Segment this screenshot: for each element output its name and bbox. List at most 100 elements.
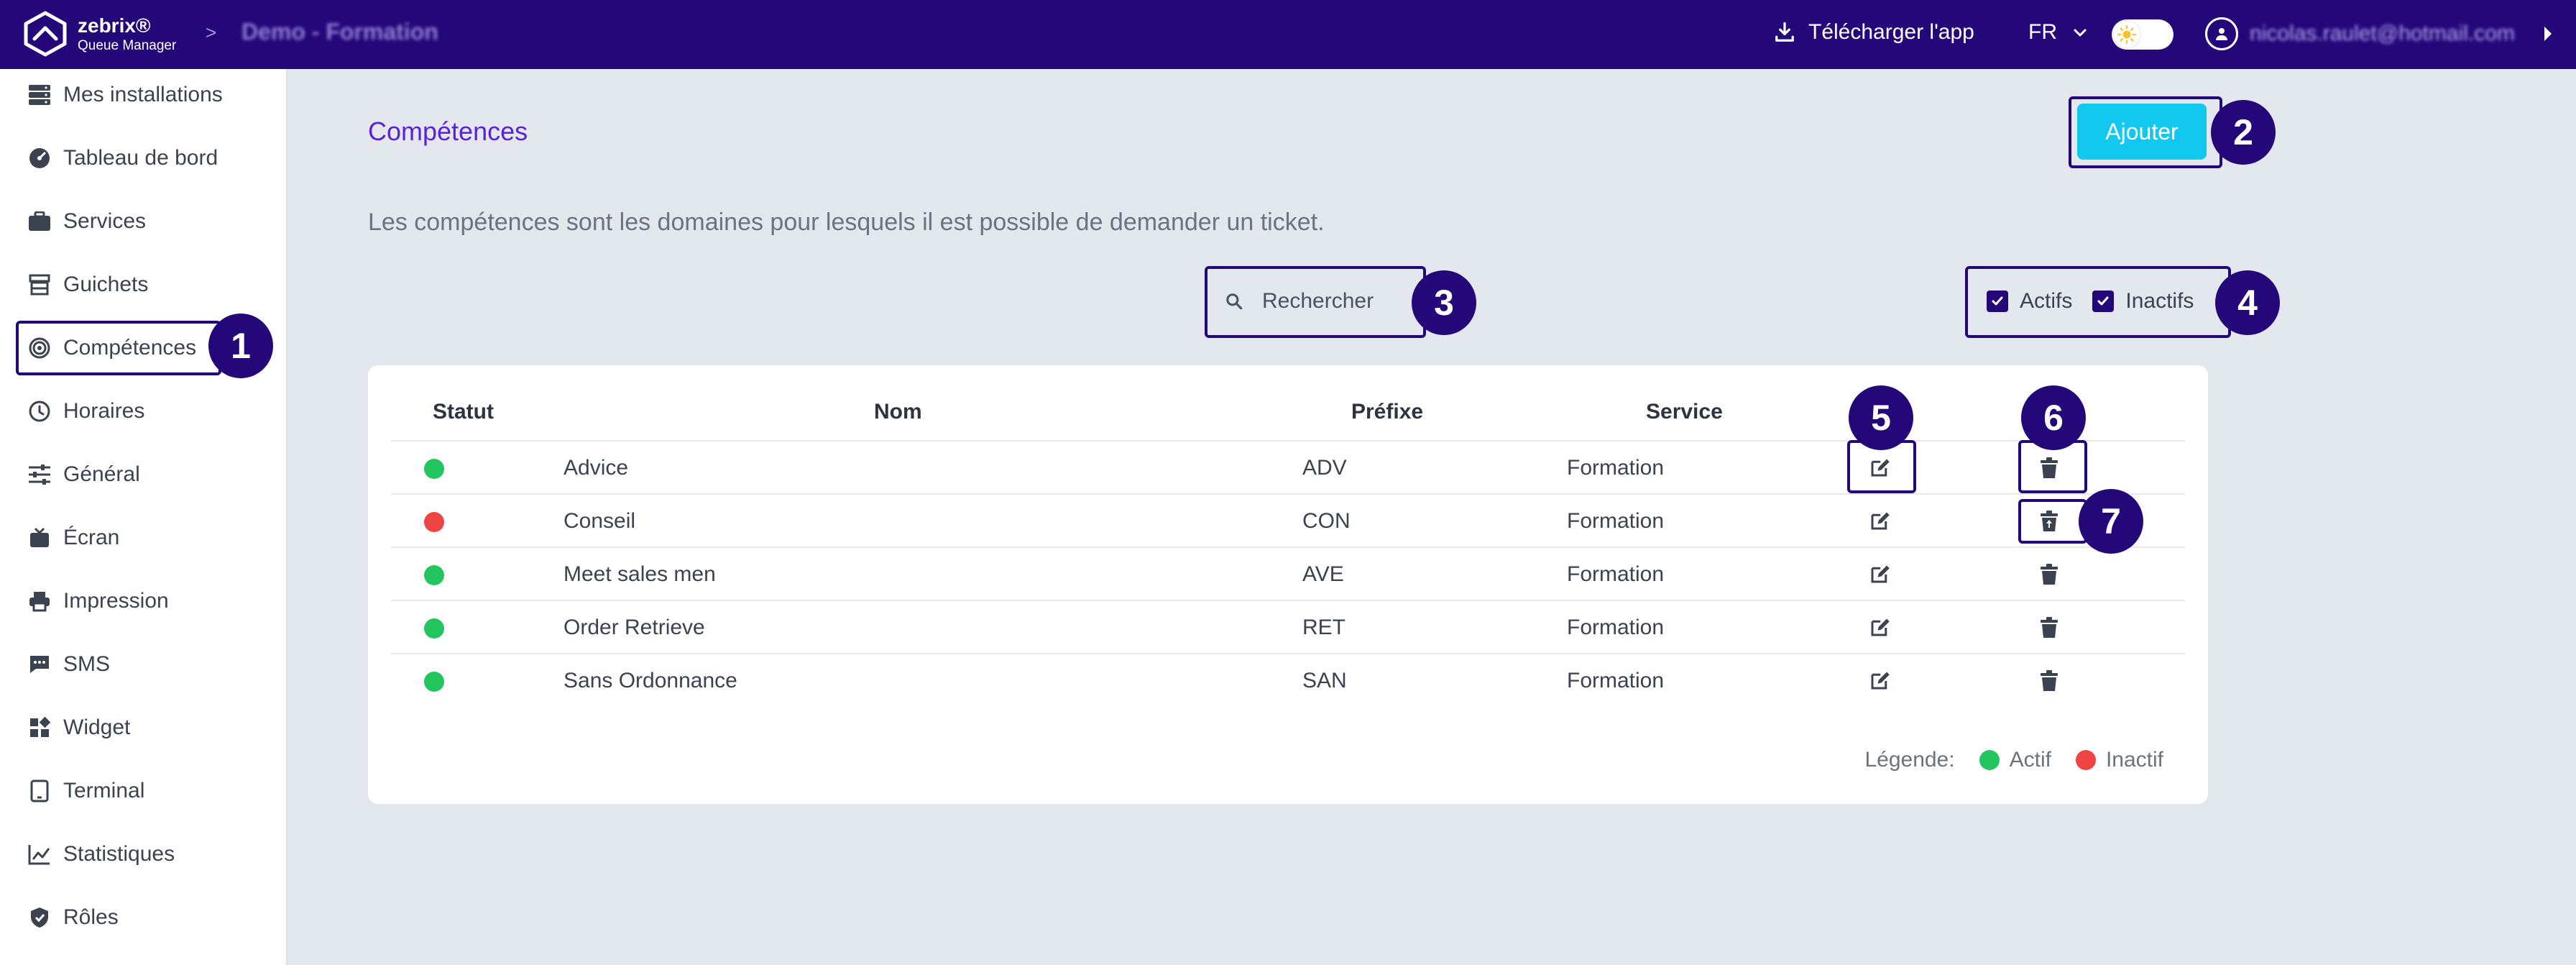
- inactive-dot: [2075, 750, 2096, 770]
- download-label: Télécharger l'app: [1808, 20, 1974, 44]
- user-email: nicolas.raulet@hotmail.com: [2250, 22, 2515, 45]
- status-inactive-dot: [424, 512, 444, 532]
- edit-icon[interactable]: [1863, 611, 1896, 644]
- competences-table-card: Statut Nom Préfixe Service Advice ADV Fo…: [368, 365, 2208, 804]
- cell-service: Formation: [1567, 562, 1665, 586]
- language-label: FR: [2028, 20, 2057, 44]
- highlight-search: [1205, 266, 1426, 338]
- page-title: Compétences: [368, 116, 528, 146]
- sidebar-item-printing[interactable]: Impression: [27, 584, 169, 618]
- sidebar-label: Statistiques: [63, 842, 175, 866]
- cell-service: Formation: [1567, 669, 1665, 692]
- edit-icon[interactable]: [1863, 558, 1896, 591]
- brand-name: zebrix®: [78, 14, 151, 37]
- caret-right-icon[interactable]: [2542, 24, 2554, 43]
- cell-prefix: SAN: [1302, 669, 1347, 692]
- sidebar-item-sms[interactable]: SMS: [27, 647, 110, 682]
- top-bar: zebrix® Queue Manager > Demo - Formation…: [0, 0, 2576, 69]
- download-app-link[interactable]: Télécharger l'app: [1774, 20, 1974, 45]
- sidebar-label: Widget: [63, 715, 131, 739]
- servers-icon: [27, 83, 52, 107]
- sms-icon: [27, 652, 52, 677]
- chevron-down-icon: [2074, 29, 2087, 37]
- sidebar-item-services[interactable]: Services: [27, 204, 146, 239]
- sidebar-item-counters[interactable]: Guichets: [27, 267, 148, 302]
- edit-icon[interactable]: [1863, 505, 1896, 538]
- shield-icon: [27, 905, 52, 930]
- cell-name: Order Retrieve: [564, 616, 705, 639]
- cell-service: Formation: [1567, 456, 1665, 480]
- annotation-badge: 3: [1412, 270, 1476, 335]
- edit-icon[interactable]: [1863, 664, 1896, 698]
- sidebar-label: Rôles: [63, 905, 119, 929]
- column-header-status: Statut: [433, 400, 494, 424]
- sidebar-label: Services: [63, 209, 147, 233]
- annotation-badge: 1: [208, 314, 273, 378]
- breadcrumb-installation[interactable]: Demo - Formation: [242, 19, 438, 45]
- sidebar-label: Mes installations: [63, 83, 223, 106]
- trash-icon[interactable]: [2033, 664, 2066, 698]
- sidebar-label: Terminal: [63, 779, 145, 802]
- annotation-badge: 6: [2021, 385, 2086, 450]
- annotation-badge: 2: [2211, 100, 2276, 165]
- breadcrumb-separator: >: [206, 22, 217, 43]
- sidebar-label: Écran: [63, 526, 120, 549]
- sidebar-item-screen[interactable]: Écran: [27, 521, 119, 555]
- cell-prefix: AVE: [1302, 562, 1344, 586]
- trash-icon[interactable]: [2033, 611, 2066, 644]
- highlight-filters: [1965, 266, 2231, 338]
- widget-icon: [27, 715, 52, 740]
- language-selector[interactable]: FR: [2028, 20, 2089, 45]
- brand-subtitle: Queue Manager: [78, 38, 177, 53]
- annotation-badge: 4: [2215, 270, 2280, 335]
- column-header-name: Nom: [874, 400, 922, 424]
- column-header-prefix: Préfixe: [1351, 400, 1424, 424]
- sidebar-label: Tableau de bord: [63, 146, 218, 170]
- table-row: Meet sales men AVE Formation: [391, 546, 2185, 600]
- highlight-add-button: [2069, 96, 2222, 168]
- status-legend: Légende: Actif Inactif: [1864, 748, 2163, 772]
- sidebar-item-roles[interactable]: Rôles: [27, 900, 119, 935]
- sun-icon: [2113, 21, 2140, 48]
- theme-toggle[interactable]: [2112, 19, 2174, 50]
- tv-icon: [27, 526, 52, 550]
- user-menu[interactable]: nicolas.raulet@hotmail.com: [2205, 17, 2515, 50]
- sidebar-label: Général: [63, 462, 140, 486]
- sidebar-label: Guichets: [63, 273, 149, 296]
- table-row: Order Retrieve RET Formation: [391, 600, 2185, 653]
- column-header-service: Service: [1646, 400, 1723, 424]
- tablet-icon: [27, 779, 52, 803]
- sidebar: Mes installations Tableau de bord Servic…: [0, 69, 288, 965]
- cell-name: Sans Ordonnance: [564, 669, 737, 692]
- cell-name: Advice: [564, 456, 629, 480]
- sidebar-item-terminal[interactable]: Terminal: [27, 774, 144, 808]
- printer-icon: [27, 589, 52, 613]
- sidebar-item-schedules[interactable]: Horaires: [27, 394, 144, 429]
- zebrix-logo[interactable]: [22, 10, 69, 58]
- status-active-dot: [424, 672, 444, 692]
- legend-label: Légende:: [1864, 748, 1955, 772]
- status-active-dot: [424, 565, 444, 585]
- cell-prefix: ADV: [1302, 456, 1347, 480]
- sidebar-item-general[interactable]: Général: [27, 457, 140, 492]
- cell-prefix: CON: [1302, 509, 1351, 533]
- legend-active-label: Actif: [2009, 748, 2051, 772]
- sidebar-item-statistics[interactable]: Statistiques: [27, 837, 175, 872]
- active-dot: [1979, 750, 2000, 770]
- cell-service: Formation: [1567, 509, 1665, 533]
- sidebar-item-dashboard[interactable]: Tableau de bord: [27, 141, 218, 175]
- briefcase-icon: [27, 209, 52, 234]
- page-description: Les compétences sont les domaines pour l…: [368, 209, 1325, 236]
- annotation-badge: 5: [1849, 385, 1913, 450]
- trash-icon[interactable]: [2033, 558, 2066, 591]
- legend-inactive-label: Inactif: [2105, 748, 2163, 772]
- sidebar-label: Horaires: [63, 399, 145, 423]
- chart-icon: [27, 842, 52, 866]
- highlight-restore: [2018, 499, 2087, 544]
- cell-name: Meet sales men: [564, 562, 716, 586]
- user-icon: [2205, 17, 2238, 50]
- sidebar-item-widget[interactable]: Widget: [27, 710, 130, 745]
- sidebar-item-installations[interactable]: Mes installations: [27, 78, 223, 112]
- brand: zebrix® Queue Manager: [78, 14, 177, 53]
- sliders-icon: [27, 462, 52, 487]
